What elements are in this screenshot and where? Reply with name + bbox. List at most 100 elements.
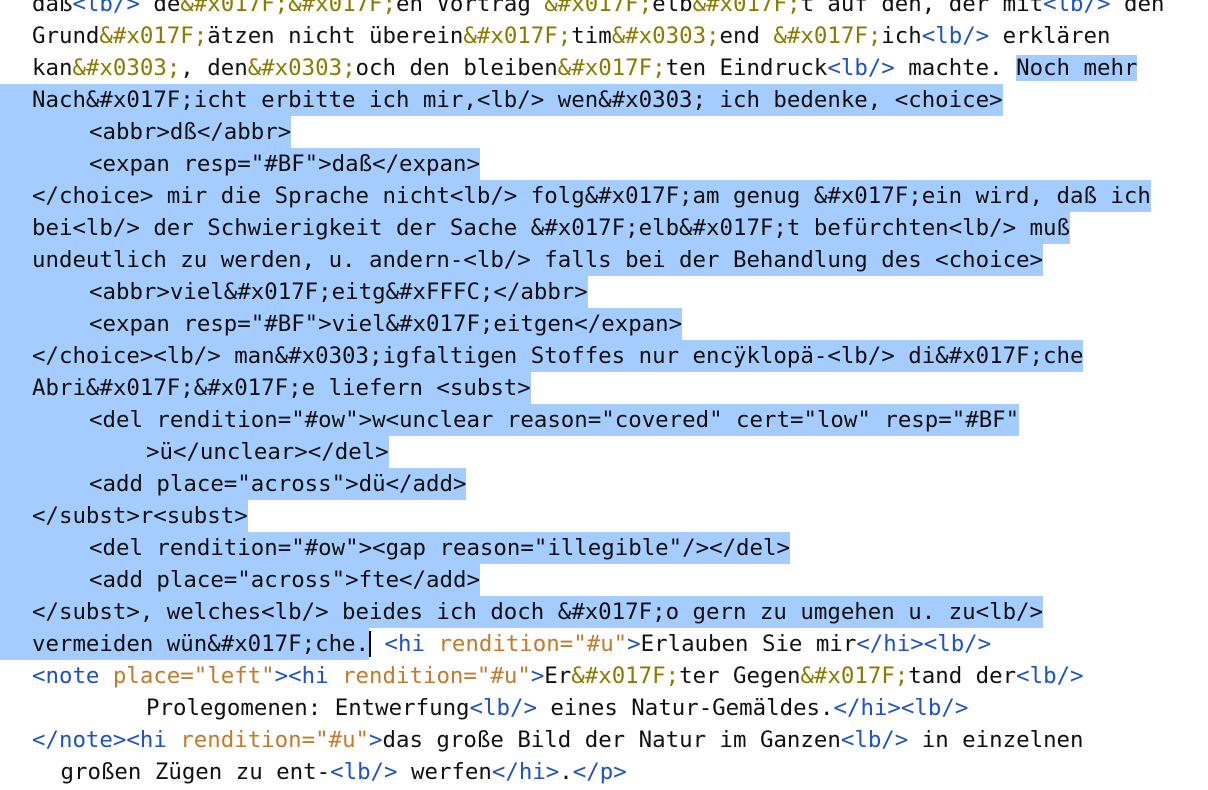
code-text: werfen: [397, 759, 492, 785]
selected-text: Nach&#x017F;icht erbitte ich mir,<lb/> w…: [32, 87, 1003, 113]
code-line[interactable]: großen Zügen zu ent-<lb/> werfen</hi>.</…: [0, 756, 1208, 788]
xml-tag: </hi><lb/>: [856, 631, 992, 657]
xml-tag: <hi: [384, 631, 439, 657]
xml-tag: <note: [32, 663, 113, 689]
selection-highlight: Abri&#x017F;&#x017F;e liefern <subst>: [0, 372, 531, 404]
selected-text: <add place="across">fte</add>: [89, 567, 480, 593]
code-line[interactable]: </choice><lb/> man&#x0303;igfaltigen Sto…: [0, 340, 1208, 372]
selected-text: <del rendition="#ow">w<unclear reason="c…: [89, 407, 1020, 433]
selection-highlight: undeutlich zu werden, u. andern-<lb/> fa…: [0, 244, 1044, 276]
code-text: kan: [32, 55, 73, 81]
code-line[interactable]: <add place="across">fte</add>: [0, 564, 1208, 596]
selected-text: <abbr>viel&#x017F;eitg&#xFFFC;</abbr>: [89, 279, 588, 305]
xml-entity: &#x017F;: [99, 23, 208, 49]
xml-tag: </hi>: [491, 759, 560, 785]
selected-text: </subst>, welches<lb/> beides ich doch &…: [32, 599, 1044, 625]
code-line[interactable]: Grund&#x017F;ätzen nicht überein&#x017F;…: [0, 20, 1208, 52]
code-line[interactable]: Nach&#x017F;icht erbitte ich mir,<lb/> w…: [0, 84, 1208, 116]
xml-entity: &#x0303;: [611, 23, 720, 49]
code-line[interactable]: <del rendition="#ow"><gap reason="illegi…: [0, 532, 1208, 564]
selection-highlight: <del rendition="#ow"><gap reason="illegi…: [0, 532, 790, 564]
selection-highlight: </subst>r<subst>: [0, 500, 248, 532]
code-text: Grund: [32, 23, 100, 49]
selection-highlight: </choice> mir die Sprache nicht<lb/> fol…: [0, 180, 1151, 212]
xml-entity: &#x017F;: [544, 0, 653, 17]
code-text: de: [139, 0, 181, 17]
code-text: Erlauben Sie mir: [640, 631, 857, 657]
selection-highlight: vermeiden wün&#x017F;che.: [0, 628, 370, 660]
code-line[interactable]: vermeiden wün&#x017F;che. <hi rendition=…: [0, 628, 1208, 660]
code-line[interactable]: Abri&#x017F;&#x017F;e liefern <subst>: [0, 372, 1208, 404]
xml-tag: <lb/>: [1016, 663, 1084, 689]
xml-attribute: "left": [193, 663, 275, 689]
code-line[interactable]: Prolegomenen: Entwerfung<lb/> eines Natu…: [0, 692, 1208, 724]
code-line[interactable]: <abbr>dß</abbr>: [0, 116, 1208, 148]
code-line[interactable]: </note><hi rendition="#u">das große Bild…: [0, 724, 1208, 756]
code-line-content: Grund&#x017F;ätzen nicht überein&#x017F;…: [32, 23, 1110, 49]
selected-text: <abbr>dß</abbr>: [89, 119, 292, 145]
code-editor[interactable]: daß<lb/> de&#x017F;&#x017F;en Vortrag &#…: [0, 0, 1208, 788]
xml-entity: &#x017F;: [692, 0, 801, 17]
code-line[interactable]: </subst>r<subst>: [0, 500, 1208, 532]
selection-highlight: </choice><lb/> man&#x0303;igfaltigen Sto…: [0, 340, 1084, 372]
selected-text: <expan resp="#BF">viel&#x017F;eitgen</ex…: [89, 311, 683, 337]
code-text: end: [719, 23, 774, 49]
code-text: Prolegomenen: Entwerfung: [146, 695, 470, 721]
xml-entity: &#x017F;: [800, 663, 909, 689]
selected-text: Abri&#x017F;&#x017F;e liefern <subst>: [32, 375, 531, 401]
code-text: .: [559, 759, 573, 785]
xml-tag: </hi><lb/>: [833, 695, 969, 721]
code-line[interactable]: >ü</unclear></del>: [0, 436, 1208, 468]
code-text: machte.: [894, 55, 1017, 81]
code-line-content: daß<lb/> de&#x017F;&#x017F;en Vortrag &#…: [32, 0, 1164, 17]
code-text: eines Natur-Gemäldes.: [536, 695, 834, 721]
xml-entity: &#x017F;: [571, 663, 680, 689]
code-line-content: <note place="left"><hi rendition="#u">Er…: [32, 663, 1084, 689]
code-text: den: [1110, 0, 1165, 17]
xml-attribute: rendition=: [342, 663, 477, 689]
code-line[interactable]: bei<lb/> der Schwierigkeit der Sache &#x…: [0, 212, 1208, 244]
code-line[interactable]: <del rendition="#ow">w<unclear reason="c…: [0, 404, 1208, 436]
selection-highlight: <expan resp="#BF">daß</expan>: [0, 148, 480, 180]
code-line[interactable]: <abbr>viel&#x017F;eitg&#xFFFC;</abbr>: [0, 276, 1208, 308]
code-text: en Vortrag: [396, 0, 545, 17]
code-line-content: Prolegomenen: Entwerfung<lb/> eines Natu…: [146, 695, 968, 721]
xml-entity: &#x017F;&#x017F;: [180, 0, 396, 17]
code-line-content: kan&#x0303;, den&#x0303;och den bleiben&…: [32, 55, 1138, 81]
code-line[interactable]: <add place="across">dü</add>: [0, 468, 1208, 500]
code-line[interactable]: <expan resp="#BF">viel&#x017F;eitgen</ex…: [0, 308, 1208, 340]
xml-tag: >: [369, 727, 383, 753]
xml-tag: ><hi: [274, 663, 343, 689]
xml-tag: <lb/>: [330, 759, 398, 785]
code-line[interactable]: </choice> mir die Sprache nicht<lb/> fol…: [0, 180, 1208, 212]
selected-text: </subst>r<subst>: [32, 503, 248, 529]
code-line[interactable]: daß<lb/> de&#x017F;&#x017F;en Vortrag &#…: [0, 0, 1208, 20]
code-text: das große Bild der Natur im Ganzen: [382, 727, 841, 753]
code-text: erklären: [989, 23, 1111, 49]
code-text: ätzen nicht überein: [207, 23, 464, 49]
code-text: daß: [32, 0, 73, 17]
selected-text: Noch mehr: [1016, 55, 1138, 81]
code-line-content: großen Zügen zu ent-<lb/> werfen</hi>.</…: [61, 759, 627, 785]
selected-text: </choice><lb/> man&#x0303;igfaltigen Sto…: [32, 343, 1084, 369]
selection-highlight: <abbr>viel&#x017F;eitg&#xFFFC;</abbr>: [0, 276, 588, 308]
code-text: großen Zügen zu ent-: [60, 759, 331, 785]
selection-highlight: <abbr>dß</abbr>: [0, 116, 292, 148]
code-line[interactable]: undeutlich zu werden, u. andern-<lb/> fa…: [0, 244, 1208, 276]
xml-attribute: "#u": [476, 663, 531, 689]
xml-attribute: rendition=: [438, 631, 574, 657]
code-line[interactable]: </subst>, welches<lb/> beides ich doch &…: [0, 596, 1208, 628]
xml-attribute: "#u": [573, 631, 628, 657]
selection-highlight: </subst>, welches<lb/> beides ich doch &…: [0, 596, 1044, 628]
xml-tag: <lb/>: [921, 23, 990, 49]
selected-text: <expan resp="#BF">daß</expan>: [89, 151, 480, 177]
code-line[interactable]: <note place="left"><hi rendition="#u">Er…: [0, 660, 1208, 692]
selected-text: <del rendition="#ow"><gap reason="illegi…: [89, 535, 790, 561]
code-text: tand der: [908, 663, 1017, 689]
code-text: ter Gegen: [679, 663, 801, 689]
selection-highlight: <expan resp="#BF">viel&#x017F;eitgen</ex…: [0, 308, 683, 340]
code-line[interactable]: <expan resp="#BF">daß</expan>: [0, 148, 1208, 180]
xml-entity: &#x0303;: [72, 55, 181, 81]
code-line[interactable]: kan&#x0303;, den&#x0303;och den bleiben&…: [0, 52, 1208, 84]
